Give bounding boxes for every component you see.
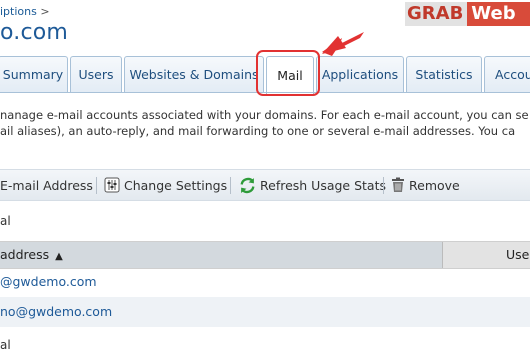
logo-part1: GRAB — [405, 2, 468, 26]
breadcrumb-link[interactable]: iptions — [0, 5, 37, 18]
trash-icon — [392, 177, 404, 192]
create-email-button[interactable]: E-mail Address — [0, 170, 93, 200]
tab-summary[interactable]: Summary — [0, 56, 68, 92]
toolbar: E-mail Address Change Settings Refresh U… — [0, 169, 530, 201]
settings-icon — [104, 177, 120, 193]
table-row: no@gwdemo.com — [0, 297, 530, 327]
change-settings-label: Change Settings — [124, 177, 228, 193]
address-header-label: address — [0, 247, 50, 262]
column-header-address[interactable]: address ▲ — [0, 242, 443, 268]
tab-users[interactable]: Users — [70, 56, 122, 92]
toolbar-divider — [383, 177, 384, 194]
description: nanage e-mail accounts associated with y… — [0, 107, 529, 139]
change-settings-button[interactable]: Change Settings — [104, 170, 227, 200]
tab-websites-domains[interactable]: Websites & Domains — [124, 56, 264, 92]
total-count: al — [0, 214, 11, 228]
page-title: o.com — [0, 20, 69, 45]
breadcrumb-separator: > — [40, 5, 50, 18]
toolbar-divider — [230, 177, 231, 194]
arrow-icon — [322, 32, 364, 56]
refresh-icon — [240, 177, 255, 193]
sort-asc-icon: ▲ — [55, 251, 63, 262]
breadcrumb[interactable]: iptions > — [0, 5, 50, 18]
email-link[interactable]: @gwdemo.com — [0, 274, 97, 289]
description-line-1: nanage e-mail accounts associated with y… — [0, 108, 529, 122]
tab-account[interactable]: Accou — [484, 56, 530, 92]
grabweb-logo: GRAB Web — [405, 2, 530, 26]
logo-part2: Web — [467, 2, 530, 26]
create-email-label: E-mail Address — [0, 177, 93, 193]
table-header: address ▲ User — [0, 241, 530, 269]
refresh-usage-label: Refresh Usage Stats — [260, 177, 387, 193]
remove-button[interactable]: Remove — [391, 170, 460, 200]
remove-label: Remove — [409, 177, 460, 193]
column-header-user[interactable]: User — [506, 242, 530, 268]
tab-statistics[interactable]: Statistics — [406, 56, 482, 92]
refresh-usage-button[interactable]: Refresh Usage Stats — [239, 170, 386, 200]
toolbar-divider — [96, 177, 97, 194]
email-link[interactable]: no@gwdemo.com — [0, 304, 112, 319]
highlight-box — [256, 50, 320, 96]
table-row: @gwdemo.com — [0, 267, 530, 297]
description-line-2: ail aliases), an auto-reply, and mail fo… — [0, 124, 516, 138]
tab-applications[interactable]: Applications — [316, 56, 404, 92]
